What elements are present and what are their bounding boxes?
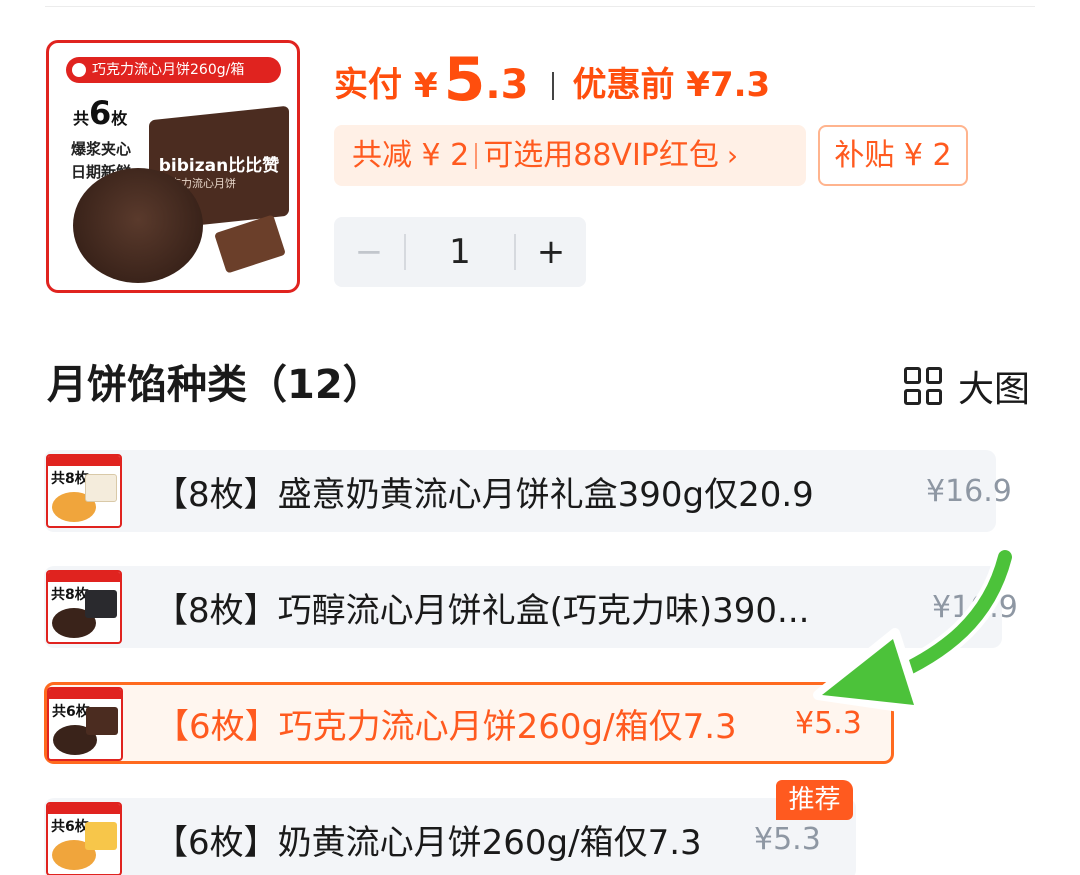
thumb-brand: bibizan比比赞 <box>158 156 280 176</box>
thumb-banner-text: 巧克力流心月饼260g/箱 <box>92 62 245 78</box>
variant-option-selected[interactable]: 共6枚 【6枚】巧克力流心月饼260g/箱仅7.3 ¥5.3 <box>44 682 894 764</box>
thumb-banner: 巧克力流心月饼260g/箱 <box>66 57 281 83</box>
quantity-stepper[interactable]: − 1 + <box>334 217 586 287</box>
variant-label: 【8枚】盛意奶黄流心月饼礼盒390g仅20.9 <box>154 474 814 515</box>
decrement-button[interactable]: − <box>334 232 404 272</box>
discount-divider <box>475 142 478 169</box>
discount-vip: 可选用88VIP红包 <box>483 138 719 173</box>
variant-option[interactable]: 共8枚 【8枚】盛意奶黄流心月饼礼盒390g仅20.9 ¥16.9 <box>44 450 1012 532</box>
variant-option[interactable]: 共6枚 【6枚】奶黄流心月饼260g/箱仅7.3 ¥5.3 <box>44 798 856 875</box>
variant-label: 【8枚】巧醇流心月饼礼盒(巧克力味)390... <box>154 590 810 631</box>
increment-button[interactable]: + <box>516 232 586 272</box>
price-before-discount: 优惠前 ¥7.3 <box>572 65 771 105</box>
discount-reduce: 共减 ¥ 2 <box>352 138 470 173</box>
variant-price: ¥16.9 <box>926 473 1012 509</box>
chevron-right-icon: › <box>726 139 739 172</box>
price-integer: 5 <box>443 45 486 115</box>
discount-tag[interactable]: 共减 ¥ 2 可选用88VIP红包 › <box>334 125 806 186</box>
variant-thumbnail: 共6枚 <box>47 687 123 761</box>
price-currency: ¥ <box>414 66 438 106</box>
mooncake-image <box>73 168 203 283</box>
recommend-badge: 推荐 <box>776 780 853 820</box>
view-toggle-label: 大图 <box>958 369 1031 410</box>
price-divider <box>552 72 555 100</box>
variant-thumbnail: 共6枚 <box>46 802 122 875</box>
annotation-arrow-icon <box>813 546 1016 715</box>
variant-label: 【6枚】奶黄流心月饼260g/箱仅7.3 <box>154 822 702 863</box>
quantity-value[interactable]: 1 <box>406 232 514 272</box>
thumb-line-1: 爆浆夹心 <box>71 140 132 158</box>
price-label: 实付 <box>334 65 402 105</box>
large-image-toggle[interactable]: 大图 <box>904 360 1030 412</box>
subsidy-tag: 补贴 ¥ 2 <box>818 125 968 186</box>
variant-thumbnail: 共8枚 <box>46 454 122 528</box>
chocolate-image <box>214 214 286 274</box>
variant-thumbnail: 共8枚 <box>46 570 122 644</box>
price-decimal: .3 <box>485 62 529 108</box>
section-title: 月饼馅种类（12） <box>47 362 383 408</box>
brand-logo-icon <box>72 63 86 77</box>
product-image[interactable]: 巧克力流心月饼260g/箱 共6枚 爆浆夹心 日期新鲜 bibizan比比赞 巧… <box>46 40 300 293</box>
thumb-count: 共6枚 <box>73 94 128 132</box>
variant-price: ¥5.3 <box>754 821 821 857</box>
top-divider <box>45 6 1035 7</box>
price-row: 实付 ¥ 5 .3 优惠前 ¥7.3 <box>334 46 770 116</box>
variant-label: 【6枚】巧克力流心月饼260g/箱仅7.3 <box>155 706 737 747</box>
grid-icon <box>904 367 942 405</box>
